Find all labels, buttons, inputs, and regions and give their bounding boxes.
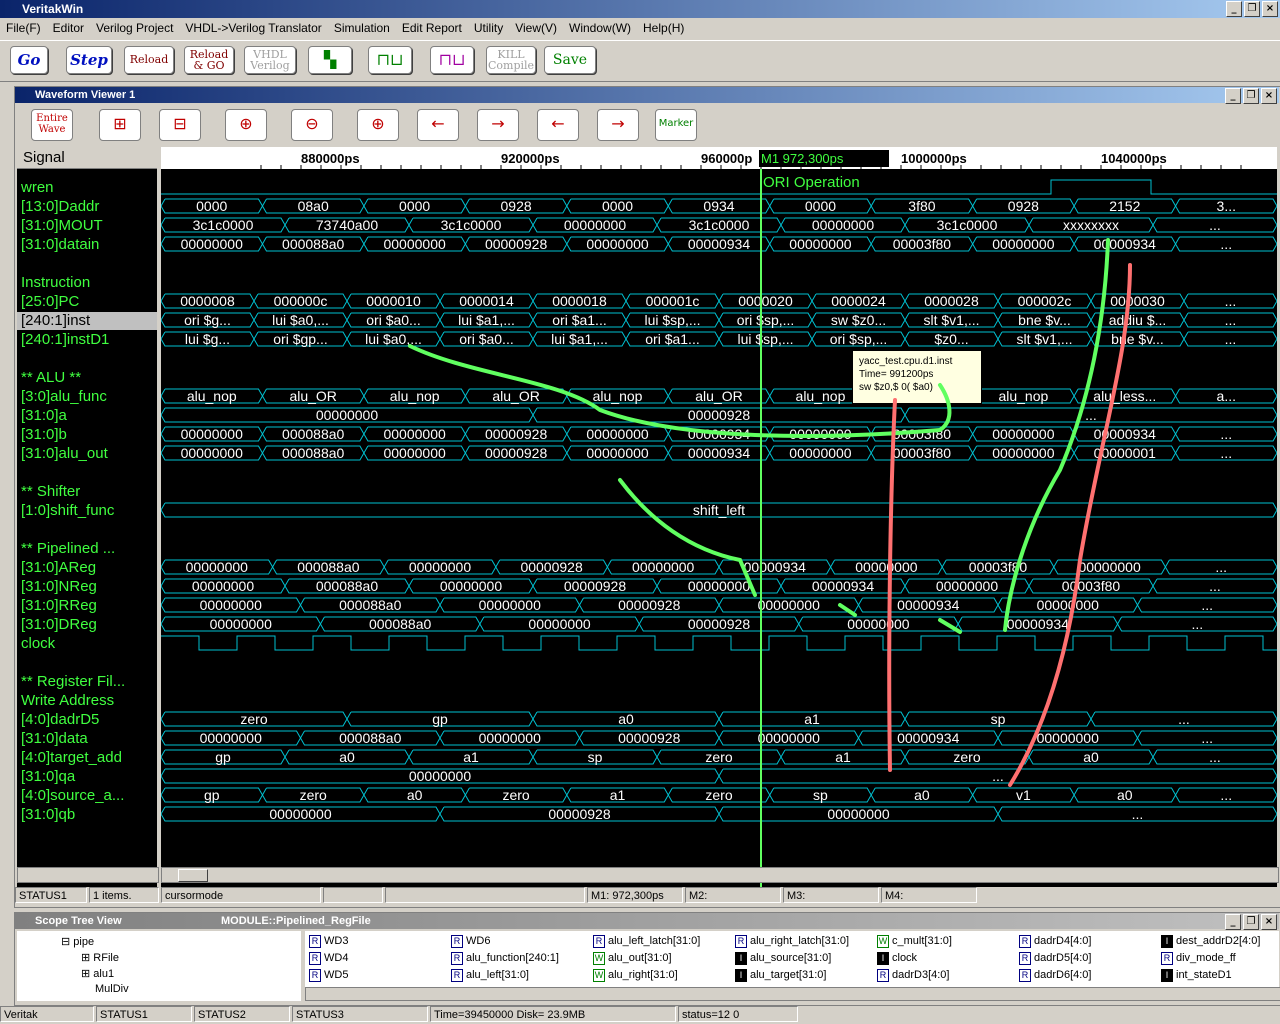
port-type-icon: R: [451, 969, 463, 982]
port-type-icon: W: [593, 969, 605, 982]
port-name: alu_right_latch[31:0]: [750, 935, 850, 947]
tree-item-rfile[interactable]: ⊞ RFile: [81, 951, 119, 964]
port-type-icon: W: [593, 952, 605, 965]
port-type-icon: R: [451, 935, 463, 948]
port-name: dadrD3[4:0]: [892, 969, 950, 981]
scope-hscroll[interactable]: [305, 987, 1280, 1001]
bottom-status-cell: STATUS2: [194, 1006, 290, 1022]
port-type-icon: R: [309, 969, 321, 982]
port-item[interactable]: Ralu_function[240:1]: [451, 952, 559, 965]
scope-tree: ⊟ pipe ⊞ RFile ⊞ alu1 MulDiv: [17, 931, 301, 1001]
port-item[interactable]: Ralu_right_latch[31:0]: [735, 935, 849, 948]
port-name: div_mode_ff: [1176, 952, 1236, 964]
port-item[interactable]: Ralu_left[31:0]: [451, 969, 529, 982]
port-item[interactable]: Ralu_left_latch[31:0]: [593, 935, 700, 948]
port-type-icon: R: [593, 935, 605, 948]
port-name: alu_out[31:0]: [608, 952, 672, 964]
port-name: WD6: [466, 935, 491, 947]
port-item[interactable]: Wc_mult[31:0]: [877, 935, 952, 948]
port-type-icon: R: [309, 952, 321, 965]
scope-title-bar: Scope Tree View MODULE::Pipelined_RegFil…: [15, 913, 1279, 930]
annotation-arrow: [1003, 238, 1110, 632]
bottom-status-cell: STATUS1: [96, 1006, 192, 1022]
annotation-arrow: [838, 603, 857, 617]
port-item[interactable]: Rdiv_mode_ff: [1161, 952, 1236, 965]
scope-module: MODULE::Pipelined_RegFile: [221, 915, 371, 927]
port-name: dadrD4[4:0]: [1034, 935, 1092, 947]
port-item[interactable]: RdadrD6[4:0]: [1019, 969, 1091, 982]
port-name: alu_function[240:1]: [466, 952, 559, 964]
port-item[interactable]: R WD6: [451, 935, 490, 948]
port-type-icon: R: [877, 969, 889, 982]
port-type-icon: W: [877, 935, 889, 948]
port-type-icon: I: [735, 969, 747, 982]
port-name: clock: [892, 952, 918, 964]
tree-item-alu1[interactable]: ⊞ alu1: [81, 967, 114, 980]
port-item[interactable]: Ialu_target[31:0]: [735, 969, 826, 982]
port-type-icon: R: [1161, 952, 1173, 965]
port-item[interactable]: Idest_addrD2[4:0]: [1161, 935, 1260, 948]
annotation-arrow: [938, 618, 962, 634]
port-name: WD3: [324, 935, 349, 947]
port-type-icon: R: [309, 935, 321, 948]
port-type-icon: I: [1161, 969, 1173, 982]
annotation-arrow: [938, 383, 952, 432]
bottom-status-bar: Veritak STATUS1 STATUS2 STATUS3 Time=3945000…: [0, 1006, 1280, 1024]
port-item[interactable]: R WD3: [309, 935, 348, 948]
port-type-icon: R: [735, 935, 747, 948]
port-name: c_mult[31:0]: [892, 935, 952, 947]
port-item[interactable]: Iclock: [877, 952, 917, 965]
tree-item-pipe[interactable]: ⊟ pipe: [61, 935, 94, 948]
port-type-icon: I: [877, 952, 889, 965]
annotation-overlay: [408, 238, 1132, 787]
annotation-arrow: [1008, 263, 1132, 787]
scope-tree-window: Scope Tree View MODULE::Pipelined_RegFil…: [14, 912, 1280, 1006]
scope-close-icon[interactable]: ×: [1261, 914, 1277, 930]
port-item[interactable]: RdadrD5[4:0]: [1019, 952, 1091, 965]
port-name: dadrD6[4:0]: [1034, 969, 1092, 981]
port-name: alu_left_latch[31:0]: [608, 935, 701, 947]
port-type-icon: R: [451, 952, 463, 965]
port-item[interactable]: Ialu_source[31:0]: [735, 952, 831, 965]
annotation-arrow: [408, 344, 942, 438]
port-list: R WD3 R WD6 Ralu_left_latch[31:0] Ralu_right_…: [305, 931, 1279, 987]
port-name: alu_right[31:0]: [608, 969, 678, 981]
bottom-status-cell: Veritak: [0, 1006, 94, 1022]
bottom-status-cell: Time=39450000 Disk= 23.9MB: [430, 1006, 676, 1022]
port-item[interactable]: RdadrD3[4:0]: [877, 969, 949, 982]
port-type-icon: I: [1161, 935, 1173, 948]
annotation-arrow: [618, 478, 757, 597]
port-name: dest_addrD2[4:0]: [1176, 935, 1261, 947]
port-type-icon: R: [1019, 935, 1031, 948]
port-name: int_stateD1: [1176, 969, 1232, 981]
port-name: alu_source[31:0]: [750, 952, 832, 964]
port-type-icon: R: [1019, 969, 1031, 982]
port-item[interactable]: Walu_out[31:0]: [593, 952, 672, 965]
port-name: WD4: [324, 952, 349, 964]
port-name: dadrD5[4:0]: [1034, 952, 1092, 964]
port-item[interactable]: R WD5: [309, 969, 348, 982]
port-name: alu_left[31:0]: [466, 969, 529, 981]
port-item[interactable]: Iint_stateD1: [1161, 969, 1232, 982]
port-name: alu_target[31:0]: [750, 969, 827, 981]
bottom-status-cell: STATUS3: [292, 1006, 428, 1022]
port-item[interactable]: R WD4: [309, 952, 348, 965]
tree-item-muldiv[interactable]: MulDiv: [95, 983, 129, 995]
port-type-icon: R: [1019, 952, 1031, 965]
port-item[interactable]: Walu_right[31:0]: [593, 969, 678, 982]
port-item[interactable]: RdadrD4[4:0]: [1019, 935, 1091, 948]
bottom-status-cell: status=12 0: [678, 1006, 798, 1022]
port-type-icon: I: [735, 952, 747, 965]
port-name: WD5: [324, 969, 349, 981]
scope-title: Scope Tree View: [35, 915, 122, 927]
scope-restore-icon[interactable]: ❐: [1243, 914, 1259, 930]
annotation-arrow: [887, 398, 897, 772]
scope-minimize-icon[interactable]: _: [1225, 914, 1241, 930]
